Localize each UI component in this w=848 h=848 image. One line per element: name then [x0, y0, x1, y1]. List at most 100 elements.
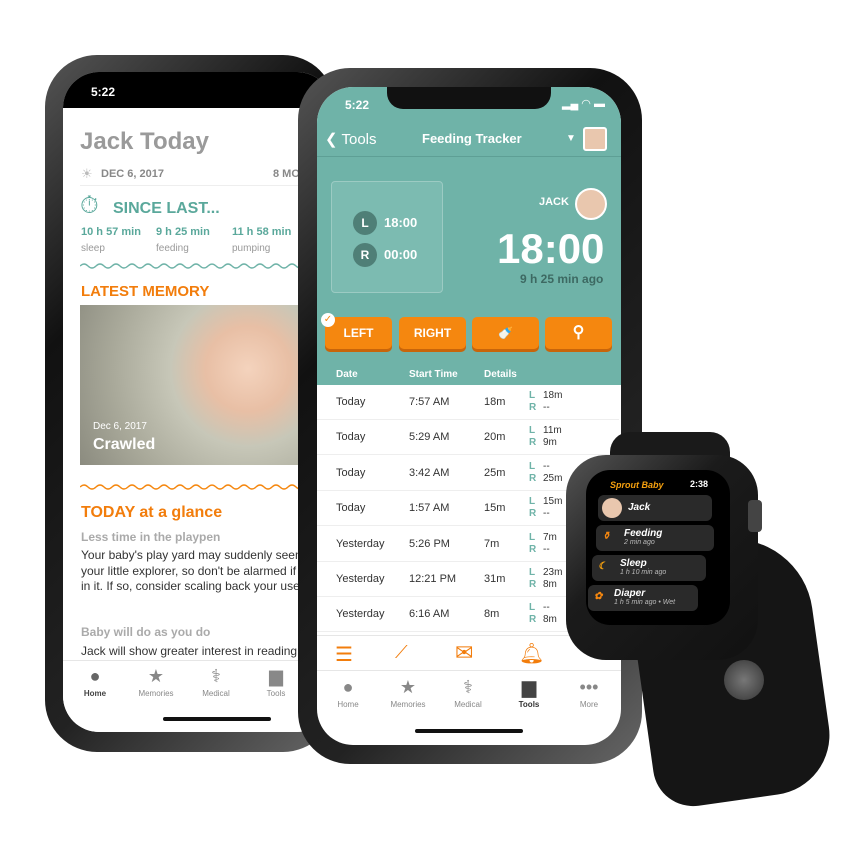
since-feeding-label: feeding	[156, 243, 189, 254]
time-ago: 9 h 25 min ago	[520, 272, 604, 286]
row-date: Today	[336, 396, 366, 408]
glance-section-title: Baby will do as you do	[81, 625, 211, 639]
watch-item-diaper[interactable]: ✿ Diaper 1 h 5 min ago • Wet	[588, 585, 698, 611]
watch-band-button	[724, 660, 764, 700]
watch-item-feeding[interactable]: ⚱ Feeding 2 min ago	[596, 525, 714, 551]
diaper-icon: ✿	[594, 591, 603, 602]
glance-section-body: Your baby's play yard may suddenly seem …	[81, 548, 333, 593]
wavy-divider-orange	[80, 484, 320, 490]
row-left-duration: L 11m	[529, 425, 562, 437]
row-left-duration: L 18m	[529, 390, 563, 401]
left-button[interactable]: LEFT	[325, 317, 392, 349]
row-start-time: 7:57 AM	[409, 396, 450, 408]
trend-icon[interactable]: ⟋	[395, 642, 408, 663]
baby-avatar	[575, 188, 607, 220]
row-left-duration: L --	[529, 460, 550, 472]
date-label: DEC 6, 2017	[101, 168, 164, 180]
toolbox-icon: ▆	[269, 666, 283, 686]
memory-caption: Crawled	[93, 436, 156, 453]
bell-icon[interactable]: 🔔︎	[519, 641, 544, 666]
since-sleep-value: 10 h 57 min	[81, 226, 141, 238]
chevron-left-icon: ❮	[325, 131, 338, 148]
wifi-battery-icon: ▂▄ ◠ ▬	[562, 98, 605, 110]
spoon-icon: ⚲	[572, 324, 585, 341]
tab-memories[interactable]: ★ Memories	[378, 677, 438, 709]
tab-home[interactable]: ● Home	[318, 677, 378, 709]
row-start-time: 3:42 AM	[409, 466, 450, 479]
since-pumping-label: pumping	[232, 243, 271, 254]
row-start-time: 1:57 AM	[409, 502, 450, 515]
tab-more[interactable]: ••• More	[559, 677, 619, 709]
solids-button[interactable]: ⚲	[545, 317, 612, 349]
row-duration: 7m	[484, 537, 500, 550]
side-timers-box: L 18:00 R 00:00	[331, 181, 443, 293]
row-right-duration: R 8m	[529, 614, 557, 626]
row-duration: 18m	[484, 396, 506, 408]
nav-title: Feeding Tracker	[422, 131, 522, 146]
left-phone-screen: 5:22 Jack Today ☀ DEC 6, 2017 8 MO ⏱ SIN…	[63, 72, 333, 732]
check-icon: ✓	[321, 313, 335, 327]
page-title: Jack Today	[80, 128, 209, 155]
row-left-duration: L 15m	[529, 496, 563, 508]
stopwatch-icon: ⏱	[80, 192, 99, 219]
age-label: 8 MO	[273, 168, 300, 180]
since-last-heading: SINCE LAST...	[113, 200, 220, 217]
row-right-duration: R 9m	[529, 437, 557, 449]
row-date: Today	[336, 502, 366, 515]
watch-app-name: Sprout Baby	[610, 480, 664, 490]
glance-section-title: Less time in the playpen	[81, 530, 221, 544]
row-date: Yesterday	[336, 537, 385, 550]
mail-icon[interactable]: ✉	[455, 640, 473, 666]
tab-tools[interactable]: ▆ Tools	[246, 666, 306, 698]
row-right-duration: R --	[529, 508, 550, 520]
chevron-down-icon[interactable]: ▼	[566, 133, 576, 144]
notch	[387, 87, 551, 109]
watch-item-jack[interactable]: Jack	[598, 495, 712, 521]
since-feeding-value: 9 h 25 min	[156, 226, 210, 238]
tab-tools[interactable]: ▆ Tools	[499, 677, 559, 709]
stethoscope-icon: ⚕	[463, 677, 473, 697]
watch-item-sleep[interactable]: ☾ Sleep 1 h 10 min ago	[592, 555, 706, 581]
memory-date: Dec 6, 2017	[93, 421, 147, 432]
table-row[interactable]: Today 7:57 AM 18m L 18m R --	[317, 385, 619, 420]
back-button[interactable]: ❮ Tools	[325, 130, 377, 148]
list-icon[interactable]: ☰	[335, 642, 353, 667]
bottle-icon: 🍼	[498, 326, 513, 340]
tab-home[interactable]: ● Home	[65, 666, 125, 698]
total-time: 18:00	[497, 225, 605, 272]
since-pumping-value: 11 h 58 min	[232, 226, 292, 238]
table-row[interactable]: Today 5:29 AM 20m L 11m R 9m	[317, 420, 619, 456]
row-right-duration: R --	[529, 402, 550, 413]
row-date: Yesterday	[336, 608, 385, 621]
digital-crown[interactable]	[748, 500, 762, 532]
row-left-duration: L 23m	[529, 567, 563, 578]
status-time: 5:22	[345, 98, 370, 112]
row-right-duration: R 25m	[529, 472, 563, 484]
row-left-duration: L --	[529, 602, 550, 614]
left-side-badge: L	[353, 211, 377, 235]
tab-medical[interactable]: ⚕ Medical	[438, 677, 498, 709]
tab-memories[interactable]: ★ Memories	[126, 666, 186, 698]
star-icon: ★	[399, 677, 417, 697]
baby-name: JACK	[539, 196, 569, 208]
latest-memory-heading: LATEST MEMORY	[81, 283, 210, 300]
row-duration: 31m	[484, 573, 506, 585]
left-side-time: 18:00	[384, 215, 418, 230]
watch-screen: Sprout Baby 2:38 Jack ⚱ Feeding 2 min ago …	[586, 470, 730, 625]
watch-time: 2:38	[690, 479, 709, 489]
home-indicator	[415, 729, 523, 733]
right-button[interactable]: RIGHT	[399, 317, 466, 349]
bottle-button[interactable]: 🍼	[472, 317, 539, 349]
table-header-details: Details	[484, 369, 517, 380]
memory-photo[interactable]: Dec 6, 2017 Crawled	[80, 305, 320, 465]
baby-avatar-button[interactable]	[583, 127, 607, 151]
row-left-duration: L 7m	[529, 531, 557, 543]
table-header-start: Start Time	[409, 369, 458, 380]
row-date: Today	[336, 431, 366, 444]
row-date: Today	[336, 466, 366, 479]
toolbox-icon: ▆	[522, 677, 536, 697]
tab-medical[interactable]: ⚕ Medical	[186, 666, 246, 698]
stethoscope-icon: ⚕	[211, 666, 221, 686]
bottle-icon: ⚱	[602, 531, 611, 542]
sun-icon: ☀	[81, 166, 93, 181]
